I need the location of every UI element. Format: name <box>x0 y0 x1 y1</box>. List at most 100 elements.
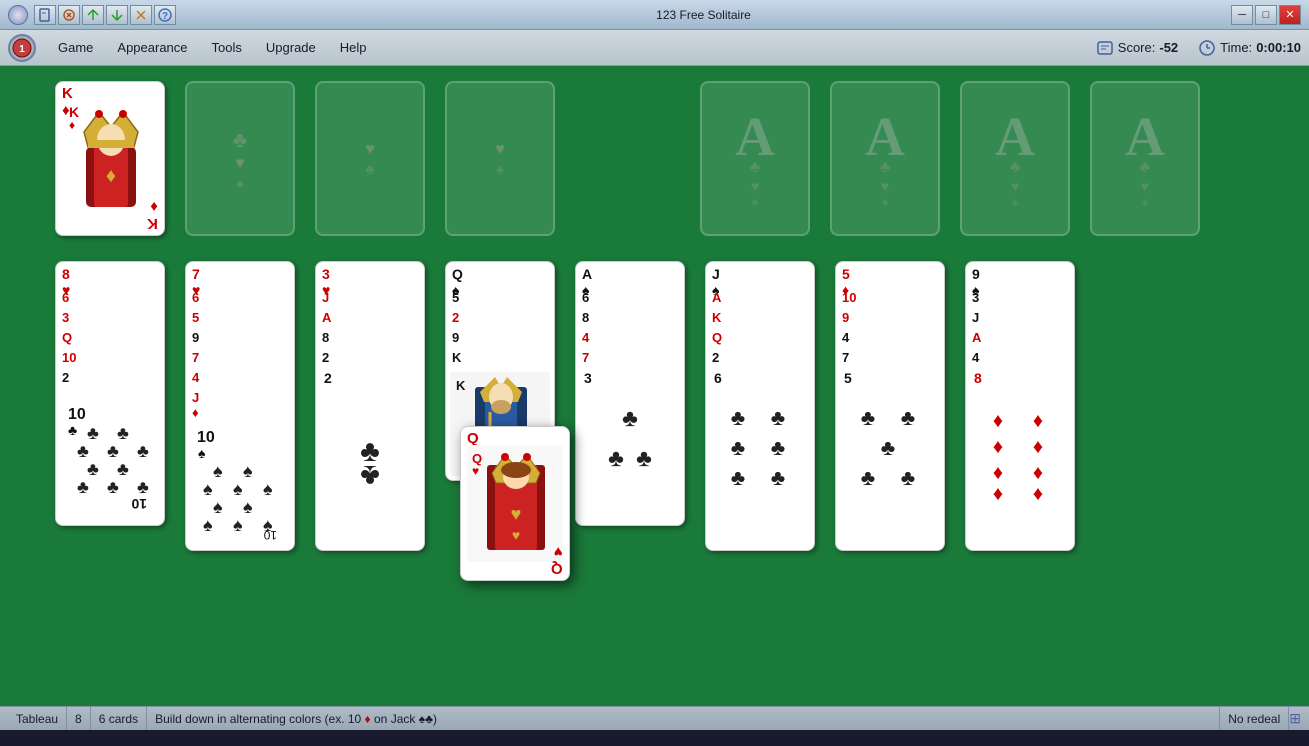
svg-text:1: 1 <box>19 44 25 55</box>
svg-text:♣: ♣ <box>636 445 652 472</box>
svg-text:♣: ♣ <box>730 435 744 460</box>
svg-text:♣: ♣ <box>107 477 119 497</box>
queen-rank-bot: Q♥ <box>551 543 563 576</box>
minimize-button[interactable]: ─ <box>1231 5 1253 25</box>
svg-text:♥: ♥ <box>511 504 522 524</box>
svg-text:♣: ♣ <box>880 435 894 460</box>
tableau-col-7: 5♦ 10 9 4 7 5 ♣ ♣ ♣ ♣ ♣ <box>835 261 945 551</box>
svg-text:♣: ♣ <box>117 423 129 443</box>
status-bar: Tableau 8 6 cards Build down in alternat… <box>0 706 1309 730</box>
stock-pile-2[interactable]: ♣ ♥ ♠ <box>185 81 295 236</box>
svg-text:♦: ♦ <box>992 483 1002 500</box>
svg-text:♠: ♠ <box>243 497 253 517</box>
app-logo: 1 <box>8 34 36 62</box>
menu-appearance[interactable]: Appearance <box>107 36 197 59</box>
toolbar-help[interactable]: ? <box>154 5 176 25</box>
tableau-card[interactable]: 3♥ J A 8 2 2 ♣ ♣ <box>315 261 425 551</box>
menu-game[interactable]: Game <box>48 36 103 59</box>
card-rank-bot: K♦ <box>147 198 158 231</box>
menu-help[interactable]: Help <box>330 36 377 59</box>
game-type-segment: Tableau <box>8 707 67 730</box>
svg-text:♠: ♠ <box>198 445 206 461</box>
time-label: Time: <box>1220 40 1252 55</box>
clock-icon <box>1198 39 1216 57</box>
svg-text:♣: ♣ <box>860 405 874 430</box>
title-bar: ? 123 Free Solitaire ─ □ ✕ <box>0 0 1309 30</box>
dragged-card-queen[interactable]: Q♥ ♥ ♥ <box>460 426 570 581</box>
svg-text:♦: ♦ <box>992 462 1002 484</box>
svg-text:♣: ♣ <box>137 477 149 497</box>
redeal-segment: No redeal <box>1220 707 1289 730</box>
svg-text:10: 10 <box>263 528 277 542</box>
tableau-col-6: J♠ A K Q 2 6 ♣ ♣ ♣ ♣ ♣ ♣ <box>705 261 815 551</box>
stock-pile-1[interactable]: K♦ ♦ <box>55 81 165 236</box>
svg-text:♣: ♣ <box>77 441 89 461</box>
col-count-segment: 8 <box>67 707 91 730</box>
svg-text:♦: ♦ <box>1032 462 1042 484</box>
tableau-col-2: 7♥ 6 5 9 7 4 J♦ 10 ♠ ♠ ♠ ♠ ♠ ♠ ♠ ♠ ♠ <box>185 261 295 551</box>
stock-pile-3[interactable]: ♥ ♣ <box>315 81 425 236</box>
svg-text:♠: ♠ <box>263 479 273 499</box>
svg-text:♦: ♦ <box>992 436 1002 458</box>
tableau-col-1: 8♥ 6 3 Q 10 2 10 ♣ ♣ ♣ ♣ ♣ ♣ ♣ ♣ ♣ <box>55 261 165 526</box>
tableau-card[interactable]: A♠ 6 8 4 7 3 ♣ ♣ ♣ <box>575 261 685 526</box>
svg-text:?: ? <box>162 11 168 22</box>
toolbar-btn3[interactable] <box>82 5 104 25</box>
window-title: 123 Free Solitaire <box>176 8 1231 22</box>
maximize-button[interactable]: □ <box>1255 5 1277 25</box>
svg-text:♦: ♦ <box>1032 483 1042 500</box>
svg-text:♥: ♥ <box>472 464 479 478</box>
menu-upgrade[interactable]: Upgrade <box>256 36 326 59</box>
svg-text:♦: ♦ <box>69 118 75 132</box>
card-count: 6 cards <box>99 712 138 726</box>
tableau-col-8: 9♠ 3 J A 4 8 ♦ ♦ ♦ ♦ ♦ ♦ ♦ ♦ <box>965 261 1075 551</box>
toolbar-btn4[interactable] <box>106 5 128 25</box>
svg-text:♣: ♣ <box>608 445 624 472</box>
tableau-card[interactable]: 8♥ 6 3 Q 10 2 10 ♣ ♣ ♣ ♣ ♣ ♣ ♣ ♣ ♣ <box>55 261 165 526</box>
svg-text:♣: ♣ <box>117 459 129 479</box>
svg-text:♣: ♣ <box>730 465 744 490</box>
time-value: 0:00:10 <box>1256 40 1301 55</box>
svg-text:♦: ♦ <box>106 165 116 187</box>
score-area: Score: -52 Time: 0:00:10 <box>1096 39 1301 57</box>
svg-text:♣: ♣ <box>900 465 914 490</box>
foundation-2[interactable]: A ♣ ♥ ♠ <box>830 81 940 236</box>
time-display: Time: 0:00:10 <box>1198 39 1301 57</box>
tableau-col-3: 3♥ J A 8 2 2 ♣ ♣ <box>315 261 425 551</box>
svg-text:♠: ♠ <box>213 461 223 481</box>
toolbar-btn5[interactable] <box>130 5 152 25</box>
svg-text:♣: ♣ <box>68 422 77 438</box>
svg-text:♣: ♣ <box>87 459 99 479</box>
svg-text:♣: ♣ <box>622 406 638 432</box>
svg-text:♣: ♣ <box>77 477 89 497</box>
svg-text:♣: ♣ <box>137 441 149 461</box>
menu-bar: 1 Game Appearance Tools Upgrade Help Sco… <box>0 30 1309 66</box>
new-button[interactable] <box>34 5 56 25</box>
stock-pile-4[interactable]: ♥ ♠ <box>445 81 555 236</box>
svg-text:10: 10 <box>131 496 147 512</box>
foundation-4[interactable]: A ♣ ♥ ♠ <box>1090 81 1200 236</box>
tableau-card[interactable]: 7♥ 6 5 9 7 4 J♦ 10 ♠ ♠ ♠ ♠ ♠ ♠ ♠ ♠ ♠ <box>185 261 295 551</box>
tableau-card[interactable]: 9♠ 3 J A 4 8 ♦ ♦ ♦ ♦ ♦ ♦ ♦ ♦ <box>965 261 1075 551</box>
toolbar-btn2[interactable] <box>58 5 80 25</box>
foundation-3[interactable]: A ♣ ♥ ♠ <box>960 81 1070 236</box>
svg-text:♠: ♠ <box>243 461 253 481</box>
score-display: Score: -52 <box>1096 39 1178 57</box>
svg-text:♣: ♣ <box>860 465 874 490</box>
score-icon <box>1096 39 1114 57</box>
score-value: -52 <box>1159 40 1178 55</box>
foundation-1[interactable]: A ♣ ♥ ♠ <box>700 81 810 236</box>
svg-text:♠: ♠ <box>203 479 213 499</box>
svg-text:K: K <box>456 378 466 393</box>
tableau-card[interactable]: 5♦ 10 9 4 7 5 ♣ ♣ ♣ ♣ ♣ <box>835 261 945 551</box>
svg-text:♦: ♦ <box>1032 410 1042 432</box>
svg-text:♣: ♣ <box>107 441 119 461</box>
menu-tools[interactable]: Tools <box>202 36 252 59</box>
grid-icon[interactable]: ⊞ <box>1289 710 1301 727</box>
svg-text:♣: ♣ <box>770 465 784 490</box>
tableau-card[interactable]: J♠ A K Q 2 6 ♣ ♣ ♣ ♣ ♣ ♣ <box>705 261 815 551</box>
redeal-text: No redeal <box>1228 712 1280 726</box>
svg-text:♦: ♦ <box>1032 436 1042 458</box>
game-area[interactable]: K♦ ♦ <box>0 66 1309 706</box>
close-button[interactable]: ✕ <box>1279 5 1301 25</box>
